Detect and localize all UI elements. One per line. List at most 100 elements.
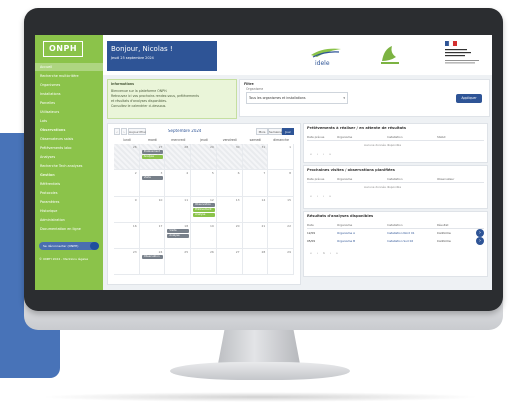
calendar-day-cell[interactable]: 4	[165, 170, 192, 197]
sidebar-item[interactable]: Gestion	[35, 171, 103, 179]
apply-button[interactable]: Appliquer	[456, 94, 482, 103]
sidebar-item[interactable]: Administration	[35, 216, 103, 224]
calendar-day-number: 23	[132, 250, 137, 255]
calendar-day-cell[interactable]: 30	[216, 144, 243, 171]
calendar-day-cell[interactable]: 8	[268, 170, 294, 197]
column-header[interactable]: Statut	[437, 135, 446, 139]
pagination[interactable]: « ‹ 1 › »	[310, 251, 340, 255]
calendar-event[interactable]: Analyse	[141, 155, 164, 159]
calendar-event[interactable]: Observation	[141, 255, 164, 260]
column-header[interactable]: Installation	[387, 223, 403, 227]
sidebar-item[interactable]: Observateurs saisis	[35, 135, 103, 143]
sidebar-item[interactable]: Observations	[35, 126, 103, 134]
calendar-view-day[interactable]: Jour	[282, 128, 294, 135]
calendar-day-cell[interactable]: 16	[114, 222, 140, 250]
sidebar-item[interactable]: Installations	[35, 90, 103, 98]
table-cell: Conforme	[437, 239, 451, 243]
column-header[interactable]: Organisme	[337, 223, 352, 227]
calendar-view-week[interactable]: Semaine	[268, 128, 282, 135]
calendar-day-cell[interactable]: 19	[191, 222, 217, 250]
sidebar-item[interactable]: Historique	[35, 207, 103, 215]
calendar-day-number: 17	[158, 223, 163, 228]
calendar-day-cell[interactable]: 11	[165, 196, 192, 223]
sidebar-item[interactable]: Accueil	[35, 63, 103, 71]
pagination[interactable]: « ‹ › »	[310, 152, 333, 156]
table-cell[interactable]: Organisme A	[337, 231, 355, 235]
calendar-event[interactable]: Prélèvement	[141, 150, 164, 154]
app-screen: ONPH Accueil Recherche multicritère Organi…	[35, 35, 492, 290]
logout-icon[interactable]	[90, 242, 99, 250]
calendar-day-cell[interactable]: 26	[114, 144, 140, 171]
calendar-event[interactable]: Visite	[141, 176, 164, 181]
calendar-day-cell[interactable]: 28	[242, 249, 269, 276]
calendar-day-cell[interactable]: 2	[114, 170, 140, 197]
calendar-view-month[interactable]: Mois	[256, 128, 268, 135]
calendar-day-cell[interactable]: 27	[216, 249, 243, 276]
calendar-day-cell[interactable]: 10	[139, 196, 166, 223]
sidebar-item[interactable]: Documentation en ligne	[35, 225, 103, 233]
calendar-day-cell[interactable]: 7	[242, 170, 269, 197]
sidebar-item[interactable]: Lots	[35, 117, 103, 125]
calendar-event[interactable]: Visite	[167, 228, 190, 233]
calendar-day-cell[interactable]: 23	[114, 249, 140, 276]
calendar-day-cell[interactable]: 29	[191, 144, 217, 171]
sidebar-item[interactable]: Organismes	[35, 81, 103, 89]
calendar-day-number: 20	[235, 223, 240, 228]
column-header[interactable]: Installation	[387, 135, 403, 139]
calendar-day-cell[interactable]: 15	[268, 196, 294, 223]
info-line: Consultez le calendrier ci-dessous.	[111, 104, 167, 108]
pagination[interactable]: « ‹ › »	[310, 194, 333, 198]
calendar-day-cell[interactable]: 25	[165, 249, 192, 276]
calendar-day-cell[interactable]: 14	[242, 196, 269, 223]
table-cell[interactable]: Installation Nord 01	[387, 231, 415, 235]
calendar-day-number: 15	[287, 197, 291, 202]
calendar-day-cell[interactable]: 9	[114, 196, 140, 223]
calendar-event[interactable]: Analyse	[167, 233, 190, 238]
calendar-day-cell[interactable]: 3	[139, 170, 166, 197]
column-header[interactable]: Date	[307, 223, 314, 227]
column-header[interactable]: Date prévue	[307, 177, 324, 181]
table-cell[interactable]: Organisme B	[337, 239, 355, 243]
column-header[interactable]: Organisme	[337, 177, 352, 181]
info-line: Retrouvez ici vos prochains rendez-vous,…	[111, 94, 199, 98]
column-header[interactable]: Organisme	[337, 135, 352, 139]
filter-field-label: Organisme	[246, 87, 264, 91]
sidebar-item[interactable]: Analyses	[35, 153, 103, 161]
sidebar-item[interactable]: Parcelles	[35, 99, 103, 107]
calendar-day-cell[interactable]: 24	[139, 249, 166, 276]
calendar-next-button[interactable]: ›	[121, 128, 127, 135]
sidebar-item[interactable]: Utilisateurs	[35, 108, 103, 116]
calendar-day-cell[interactable]: 28	[165, 144, 192, 171]
calendar-day-cell[interactable]: 29	[268, 249, 294, 276]
column-header[interactable]: Observateur	[437, 177, 454, 181]
calendar-day-cell[interactable]: 31	[242, 144, 269, 171]
column-header[interactable]: Date prévue	[307, 135, 324, 139]
open-result-icon[interactable]: ›	[476, 237, 484, 245]
calendar-event[interactable]: Prélèvement	[193, 207, 215, 212]
column-header[interactable]: Résultat	[437, 223, 448, 227]
sidebar-item[interactable]: Référentiels	[35, 180, 103, 188]
calendar-prev-button[interactable]: ‹	[114, 128, 120, 135]
calendar-day-cell[interactable]: 5	[191, 170, 217, 197]
sidebar-item[interactable]: Recherche Tech analyses	[35, 162, 103, 170]
calendar-day-cell[interactable]: 20	[216, 222, 243, 250]
calendar-day-cell[interactable]: 13	[216, 196, 243, 223]
calendar-day-cell[interactable]: 6	[216, 170, 243, 197]
calendar-day-cell[interactable]: 21	[242, 222, 269, 250]
calendar-day-cell[interactable]: 17	[139, 222, 166, 250]
app-logo[interactable]: ONPH	[43, 41, 83, 57]
calendar-today-button[interactable]: Aujourd'hui	[128, 128, 146, 135]
calendar-day-cell[interactable]: 22	[268, 222, 294, 250]
sidebar-item[interactable]: Protocoles	[35, 189, 103, 197]
column-header[interactable]: Installation	[387, 177, 403, 181]
calendar-day-cell[interactable]: 26	[191, 249, 217, 276]
sidebar-item[interactable]: Paramètres	[35, 198, 103, 206]
open-result-icon[interactable]: ›	[476, 229, 484, 237]
sidebar-item[interactable]: Recherche multicritère	[35, 72, 103, 80]
calendar-event[interactable]: Analyse	[193, 212, 215, 217]
calendar-day-cell[interactable]: 1	[268, 144, 294, 171]
sidebar-item[interactable]: Prélèvements labo	[35, 144, 103, 152]
organisme-select[interactable]: Tous les organismes et installations ▾	[246, 92, 348, 104]
calendar-event[interactable]: Observation	[193, 202, 215, 207]
table-cell[interactable]: Installation Sud 02	[387, 239, 413, 243]
